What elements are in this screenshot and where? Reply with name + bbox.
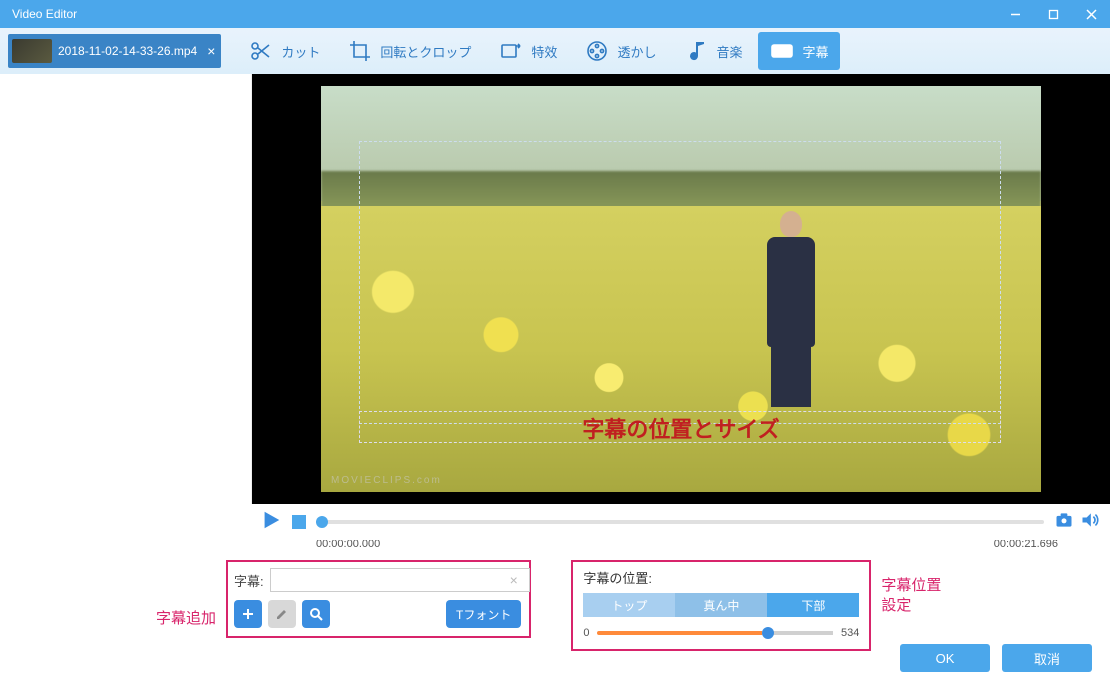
tool-cut[interactable]: カット [237,32,332,70]
maximize-button[interactable] [1034,0,1072,28]
source-watermark: MOVIECLIPS.com [331,475,442,486]
clear-input-icon[interactable]: × [510,572,518,588]
file-tab-close-icon[interactable]: × [207,43,215,59]
edit-subtitle-button[interactable] [268,600,296,628]
subtitle-icon: SUB [770,39,794,63]
current-time: 00:00:00.000 [316,538,380,554]
tool-effects[interactable]: 特效 [487,32,569,70]
subtitle-position-title: 字幕の位置: [583,568,859,587]
music-note-icon [684,39,708,63]
subtitle-overlay-text: 字幕の位置とサイズ [321,412,1041,444]
snapshot-button[interactable] [1054,510,1074,535]
seek-slider[interactable] [316,520,1044,524]
font-button[interactable]: Tフォント [446,600,521,628]
title-bar: Video Editor [0,0,1110,28]
position-middle[interactable]: 真ん中 [675,593,767,617]
tool-rotate-crop[interactable]: 回転とクロップ [336,32,483,70]
subtitle-position-annotation: 字幕位置 設定 [881,576,941,615]
video-preview[interactable]: 字幕の位置とサイズ MOVIECLIPS.com [252,74,1110,504]
reel-icon [585,39,609,63]
position-top[interactable]: トップ [583,593,675,617]
tool-label: 字幕 [802,42,828,61]
tool-label: 回転とクロップ [380,42,471,61]
tool-music[interactable]: 音楽 [672,32,754,70]
stop-button[interactable] [292,515,306,529]
sparkle-icon [499,39,523,63]
subtitle-input[interactable] [270,568,530,592]
file-thumbnail [12,39,52,63]
file-name: 2018-11-02-14-33-26.mp4 [58,44,197,58]
close-button[interactable] [1072,0,1110,28]
subtitle-add-annotation: 字幕追加 [156,607,216,628]
position-segment: トップ 真ん中 下部 [583,593,859,617]
seek-knob[interactable] [316,516,328,528]
volume-button[interactable] [1080,510,1100,535]
ok-button[interactable]: OK [900,644,990,672]
safe-area-guide [359,141,1001,424]
subtitle-input-label: 字幕: [234,571,264,590]
tool-label: 透かし [617,42,656,61]
slider-min: 0 [583,627,589,639]
tool-label: 音楽 [716,42,742,61]
file-list-sidebar [0,74,252,504]
tool-label: 特效 [531,42,557,61]
minimize-button[interactable] [996,0,1034,28]
crop-icon [348,39,372,63]
tool-label: カット [281,42,320,61]
add-subtitle-button[interactable] [234,600,262,628]
subtitle-position-group: 字幕位置 設定 字幕の位置: トップ 真ん中 下部 0 534 [571,560,871,651]
cancel-button[interactable]: 取消 [1002,644,1092,672]
position-bottom[interactable]: 下部 [767,593,859,617]
search-subtitle-button[interactable] [302,600,330,628]
duration: 00:00:21.696 [994,538,1058,554]
position-slider[interactable] [597,631,833,635]
svg-text:SUB: SUB [775,49,790,56]
toolbar: 2018-11-02-14-33-26.mp4 × カット 回転とクロップ 特效… [0,28,1110,74]
subtitle-add-group: 字幕追加 字幕: × Tフォント [226,560,531,638]
scissors-icon [249,39,273,63]
play-button[interactable] [260,509,282,536]
file-tab[interactable]: 2018-11-02-14-33-26.mp4 × [8,34,221,68]
video-frame: 字幕の位置とサイズ MOVIECLIPS.com [321,86,1041,492]
position-slider-knob[interactable] [762,627,774,639]
tool-subtitle[interactable]: SUB 字幕 [758,32,840,70]
slider-value: 534 [841,627,859,639]
tool-watermark[interactable]: 透かし [573,32,668,70]
window-title: Video Editor [12,7,77,21]
